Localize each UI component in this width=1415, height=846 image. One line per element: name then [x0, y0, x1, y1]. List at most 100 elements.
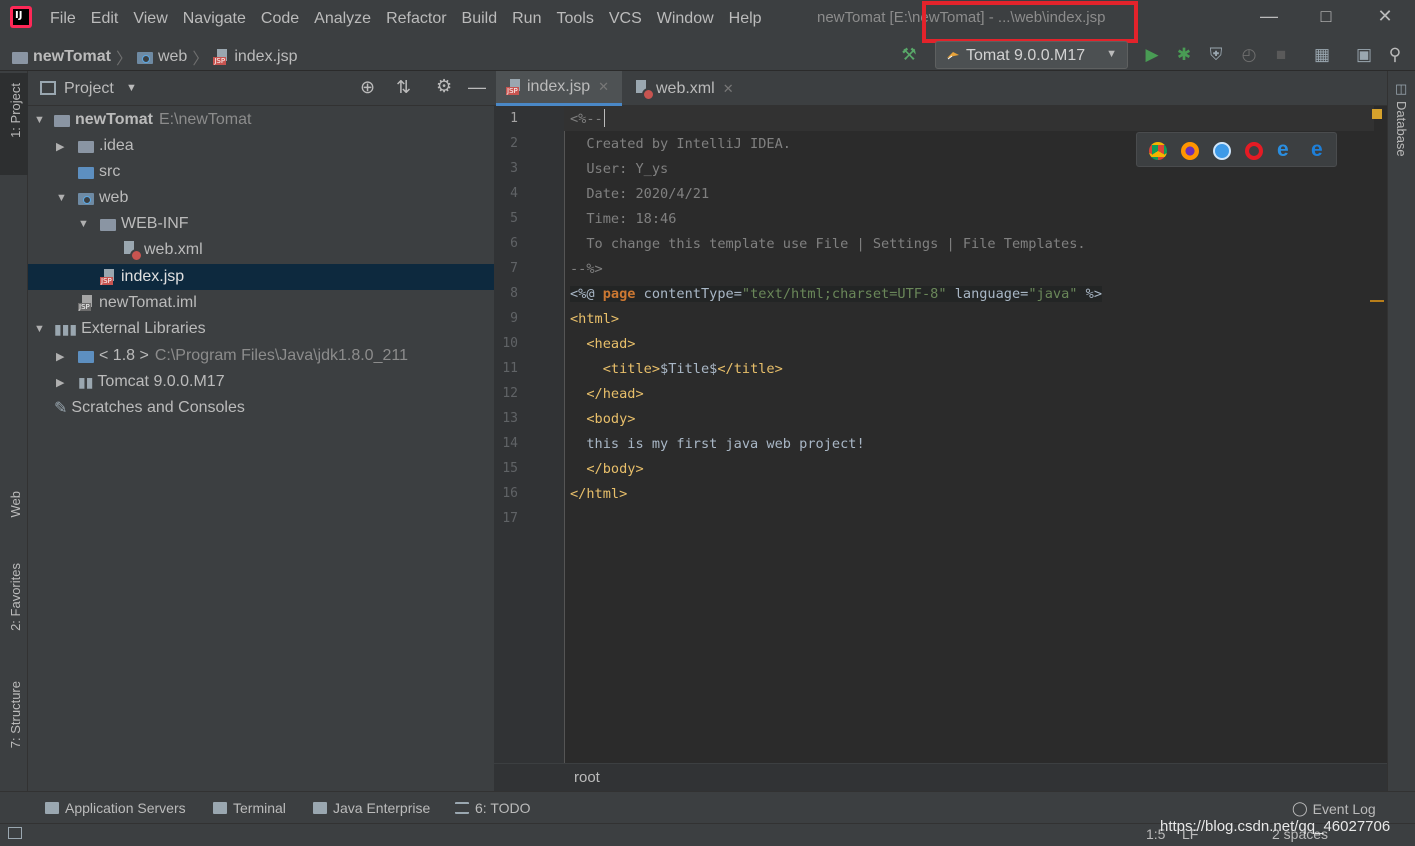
- expanded-arrow-icon[interactable]: ▼: [56, 192, 70, 204]
- run-configuration-select[interactable]: Tomat 9.0.0.M17 ▼: [935, 41, 1128, 69]
- gear-icon[interactable]: ⚙: [436, 76, 452, 97]
- tree-item-newtomat[interactable]: ▼ newTomat E:\newTomat: [28, 107, 494, 133]
- code-line[interactable]: this is my first java web project!: [570, 436, 864, 452]
- tree-item-index-jsp[interactable]: index.jsp: [28, 264, 494, 290]
- menu-vcs[interactable]: VCS: [609, 10, 642, 28]
- chrome-icon[interactable]: [1149, 142, 1167, 160]
- menu-help[interactable]: Help: [729, 10, 762, 28]
- debug-icon[interactable]: ✱: [1172, 43, 1196, 67]
- tree-item-external-libraries[interactable]: ▼ ▮▮▮ External Libraries: [28, 316, 494, 342]
- close-tab-icon[interactable]: ✕: [598, 79, 609, 95]
- menu-edit[interactable]: Edit: [91, 10, 119, 28]
- opera-icon[interactable]: [1245, 142, 1263, 160]
- tree-item-jdk[interactable]: ▶ < 1.8 > C:\Program Files\Java\jdk1.8.0…: [28, 343, 494, 369]
- code-line[interactable]: <%--: [570, 111, 603, 127]
- code-line[interactable]: User: Y_ys: [570, 161, 668, 177]
- close-icon[interactable]: ✕: [1370, 6, 1400, 27]
- close-tab-icon[interactable]: ✕: [723, 81, 734, 97]
- warning-stripe-marker[interactable]: [1370, 300, 1384, 302]
- menu-refactor[interactable]: Refactor: [386, 10, 446, 28]
- run-icon[interactable]: ▶: [1140, 43, 1164, 67]
- menu-file[interactable]: File: [50, 10, 76, 28]
- project-folder-icon: [54, 115, 70, 127]
- menu-view[interactable]: View: [133, 10, 167, 28]
- menu-window[interactable]: Window: [657, 10, 714, 28]
- code-line[interactable]: Created by IntelliJ IDEA.: [570, 136, 791, 152]
- safari-icon[interactable]: [1213, 142, 1231, 160]
- tree-item-iml[interactable]: newTomat.iml: [28, 290, 494, 316]
- menu-analyze[interactable]: Analyze: [314, 10, 371, 28]
- breadcrumb-folder[interactable]: web: [158, 48, 187, 66]
- inspection-warning-icon[interactable]: [1372, 109, 1382, 119]
- ie-icon[interactable]: e: [1277, 138, 1289, 162]
- code-line[interactable]: --%>: [570, 261, 603, 277]
- code-line[interactable]: <%@ page contentType="text/html;charset=…: [570, 286, 1103, 302]
- tree-item-tomcat[interactable]: ▶ ▮▮ Tomcat 9.0.0.M17: [28, 369, 494, 395]
- layout-icon[interactable]: ▣: [1352, 43, 1376, 67]
- locate-icon[interactable]: ⊕: [360, 77, 375, 98]
- tree-item-src[interactable]: src: [28, 159, 494, 185]
- code-line[interactable]: </body>: [570, 461, 643, 477]
- minimize-icon[interactable]: —: [1254, 6, 1284, 27]
- code-line[interactable]: <html>: [570, 311, 619, 327]
- tree-item-web-xml[interactable]: web.xml: [28, 237, 494, 263]
- collapsed-arrow-icon[interactable]: ▶: [56, 350, 70, 363]
- code-line[interactable]: Date: 2020/4/21: [570, 186, 709, 202]
- web-tool-label[interactable]: Web: [8, 491, 23, 518]
- menu-run[interactable]: Run: [512, 10, 541, 28]
- expanded-arrow-icon[interactable]: ▼: [34, 114, 48, 126]
- project-tool-label[interactable]: 1: Project: [8, 83, 23, 138]
- menu-navigate[interactable]: Navigate: [183, 10, 246, 28]
- tree-item-path: E:\newTomat: [158, 111, 252, 128]
- coverage-icon[interactable]: ⛨: [1204, 43, 1228, 67]
- menu-build[interactable]: Build: [462, 10, 498, 28]
- database-tool-label[interactable]: Database: [1394, 101, 1409, 157]
- editor-breadcrumb-root[interactable]: root: [574, 769, 600, 786]
- favorites-tool-label[interactable]: 2: Favorites: [8, 563, 23, 631]
- collapsed-arrow-icon[interactable]: ▶: [56, 140, 70, 153]
- collapse-all-icon[interactable]: ⇅: [396, 77, 411, 98]
- code-line[interactable]: </head>: [570, 386, 643, 402]
- hammer-icon[interactable]: ⚒: [897, 43, 921, 67]
- tool-windows-icon[interactable]: [8, 827, 22, 839]
- menu-tools[interactable]: Tools: [556, 10, 593, 28]
- tree-item-web[interactable]: ▼ web: [28, 185, 494, 211]
- project-structure-icon[interactable]: ▦: [1310, 43, 1334, 67]
- code-line[interactable]: <title>$Title$</title>: [570, 361, 783, 377]
- tree-item-label: newTomat.iml: [99, 294, 197, 311]
- menu-code[interactable]: Code: [261, 10, 299, 28]
- code-line[interactable]: Time: 18:46: [570, 211, 676, 227]
- terminal-button[interactable]: Terminal: [213, 800, 286, 816]
- code-line[interactable]: To change this template use File | Setti…: [570, 236, 1085, 252]
- edge-icon[interactable]: e: [1311, 138, 1323, 162]
- hide-panel-icon[interactable]: —: [468, 77, 486, 98]
- breadcrumb-file[interactable]: index.jsp: [234, 48, 297, 66]
- line-number: 15: [502, 461, 518, 476]
- server-icon: [45, 802, 59, 814]
- code-line[interactable]: <head>: [570, 336, 635, 352]
- tab-index-jsp[interactable]: index.jsp ✕: [496, 71, 622, 106]
- search-icon[interactable]: ⚲: [1383, 43, 1407, 67]
- tree-item-idea[interactable]: ▶ .idea: [28, 133, 494, 159]
- expanded-arrow-icon[interactable]: ▼: [78, 218, 92, 230]
- code-line[interactable]: <body>: [570, 411, 635, 427]
- chevron-right-icon: 〉: [115, 51, 132, 68]
- project-view-title[interactable]: Project: [64, 80, 114, 98]
- code-line[interactable]: </html>: [570, 486, 627, 502]
- tab-web-xml[interactable]: web.xml ✕: [624, 71, 744, 106]
- expanded-arrow-icon[interactable]: ▼: [34, 323, 48, 335]
- java-enterprise-button[interactable]: Java Enterprise: [313, 800, 430, 816]
- profile-icon[interactable]: ◴: [1237, 43, 1261, 67]
- structure-tool-label[interactable]: 7: Structure: [8, 681, 23, 748]
- chevron-down-icon[interactable]: ▼: [126, 82, 137, 94]
- breadcrumb-project[interactable]: newTomat: [33, 48, 111, 66]
- firefox-icon[interactable]: [1181, 142, 1199, 160]
- collapsed-arrow-icon[interactable]: ▶: [56, 376, 70, 389]
- tree-item-scratches[interactable]: ✎ Scratches and Consoles: [28, 395, 494, 421]
- todo-button[interactable]: 6: TODO: [455, 800, 531, 816]
- application-servers-button[interactable]: Application Servers: [45, 800, 186, 816]
- event-log-button[interactable]: ◯ Event Log: [1292, 800, 1376, 817]
- tree-item-web-inf[interactable]: ▼ WEB-INF: [28, 211, 494, 237]
- stop-icon[interactable]: ■: [1269, 43, 1293, 67]
- maximize-icon[interactable]: □: [1311, 6, 1341, 27]
